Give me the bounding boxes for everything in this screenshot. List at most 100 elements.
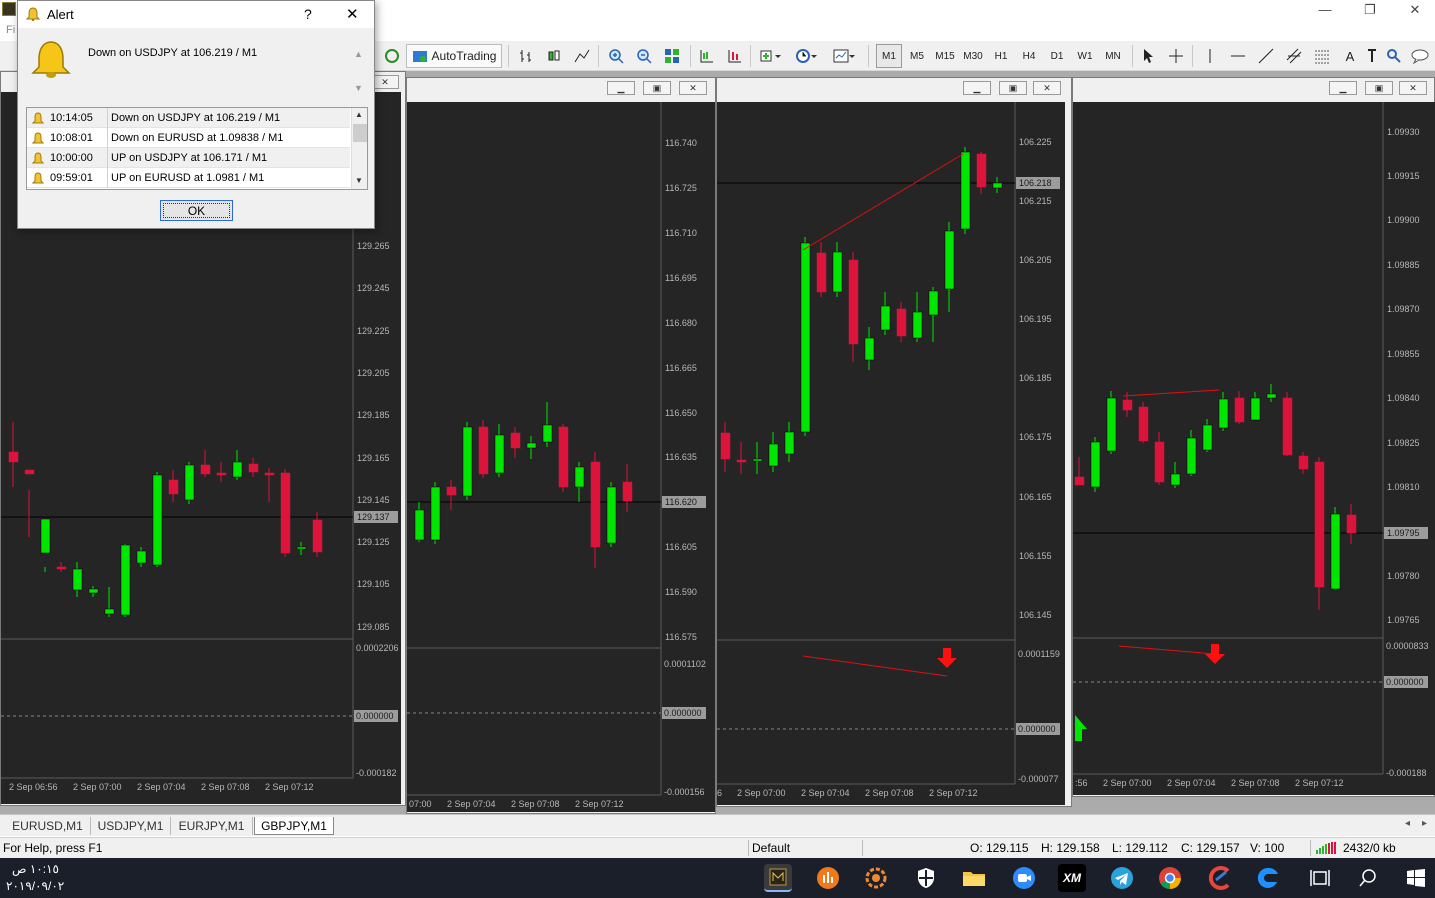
- chart-canvas[interactable]: 116.740 116.725 116.710 116.695 116.680 116.6…: [407, 102, 715, 812]
- chart-app-icon[interactable]: [814, 864, 842, 892]
- periods-clock-icon[interactable]: [792, 44, 822, 68]
- windows-start-icon[interactable]: [1402, 864, 1430, 892]
- tab-gbpjpy[interactable]: GBPJPY,M1: [254, 817, 334, 835]
- timeframe-w1-button[interactable]: W1: [1072, 44, 1098, 68]
- text-tool-icon[interactable]: A: [1340, 44, 1360, 68]
- timeframe-d1-button[interactable]: D1: [1044, 44, 1070, 68]
- autotrading-button[interactable]: AutoTrading: [406, 44, 502, 68]
- chart-close-button[interactable]: ✕: [679, 81, 707, 95]
- xm-app-icon[interactable]: XM: [1058, 864, 1086, 892]
- chart-minimize-button[interactable]: ▁: [607, 81, 635, 95]
- timeframe-m5-button[interactable]: M5: [904, 44, 930, 68]
- connection-bars-icon[interactable]: [1316, 842, 1338, 854]
- chart-maximize-button[interactable]: ▣: [643, 81, 671, 95]
- profile-name[interactable]: Default: [752, 841, 790, 855]
- chart-shift-icon[interactable]: [694, 44, 718, 68]
- ok-button[interactable]: OK: [160, 200, 233, 221]
- chart-close-button[interactable]: ✕: [1033, 81, 1061, 95]
- edge-icon[interactable]: [1254, 864, 1282, 892]
- channel-icon[interactable]: [1284, 44, 1304, 68]
- alert-close-button[interactable]: ✕: [346, 5, 359, 23]
- windows-taskbar: ١٠:١٥ ص ٢٠١٩/٠٩/٠٢ XM: [0, 858, 1435, 898]
- trendline-icon[interactable]: [1256, 44, 1276, 68]
- vertical-line-icon[interactable]: [1200, 44, 1220, 68]
- templates-icon[interactable]: [830, 44, 860, 68]
- autoscroll-icon[interactable]: [722, 44, 746, 68]
- tab-eurjpy[interactable]: EURJPY,M1: [171, 817, 253, 835]
- chart-canvas[interactable]: 106.225 106.215 106.205 106.195 106.185 106.1…: [717, 102, 1065, 805]
- mt4-icon[interactable]: [764, 864, 792, 892]
- text-label-icon[interactable]: [1362, 44, 1382, 68]
- chart-minimize-button[interactable]: ▁: [1329, 81, 1357, 95]
- alert-dialog[interactable]: Alert ? ✕ Down on USDJPY at 106.219 / M1…: [17, 0, 375, 229]
- clock-time[interactable]: ١٠:١٥ ص: [12, 862, 59, 876]
- chart-close-button[interactable]: ✕: [371, 75, 399, 89]
- search-icon[interactable]: [1354, 864, 1382, 892]
- horizontal-line-icon[interactable]: [1228, 44, 1248, 68]
- chart-maximize-button[interactable]: ▣: [1365, 81, 1393, 95]
- alert-time: 10:00:00: [50, 152, 93, 164]
- scroll-up-icon[interactable]: ▲: [355, 110, 363, 119]
- chart-window-eurjpy[interactable]: ▁ ▣ ✕ 116.740 116.725 116.710 116.695 116.68…: [406, 77, 716, 814]
- alert-row[interactable]: 10:08:01 Down on EURUSD at 1.09838 / M1: [27, 128, 350, 148]
- tab-scroll-left-icon[interactable]: ◂: [1405, 818, 1410, 829]
- chart-minimize-button[interactable]: ▁: [963, 81, 991, 95]
- task-view-icon[interactable]: [1306, 864, 1334, 892]
- restore-button[interactable]: ❐: [1355, 2, 1385, 18]
- tab-eurusd[interactable]: EURUSD,M1: [5, 817, 91, 835]
- message-scroll-up-icon[interactable]: ▲: [354, 49, 363, 59]
- bear-candle: [816, 252, 827, 293]
- chat-icon[interactable]: [1408, 44, 1432, 68]
- alert-row[interactable]: 10:14:05 Down on USDJPY at 106.219 / M1: [27, 108, 350, 128]
- close-window-button[interactable]: ✕: [1400, 2, 1430, 18]
- timeframe-m15-button[interactable]: M15: [932, 44, 958, 68]
- chrome-icon[interactable]: [1156, 864, 1184, 892]
- alert-row[interactable]: 10:00:00 UP on USDJPY at 106.171 / M1: [27, 148, 350, 168]
- timeframe-h4-button[interactable]: H4: [1016, 44, 1042, 68]
- time-tick-label: 2 Sep 07:04: [801, 788, 850, 798]
- tile-windows-icon[interactable]: [660, 44, 684, 68]
- clock-date[interactable]: ٢٠١٩/٠٩/٠٢: [6, 879, 64, 893]
- signal-icon[interactable]: [382, 44, 402, 68]
- arrows-icon[interactable]: [1384, 44, 1404, 68]
- chart-maximize-button[interactable]: ▣: [999, 81, 1027, 95]
- bid-price-label: 116.620: [665, 497, 697, 507]
- chart-close-button[interactable]: ✕: [1399, 81, 1427, 95]
- zoom-out-icon[interactable]: [632, 44, 656, 68]
- tab-scroll-right-icon[interactable]: ▸: [1422, 818, 1427, 829]
- scroll-down-icon[interactable]: ▼: [355, 176, 363, 185]
- crosshair-icon[interactable]: [1166, 44, 1186, 68]
- scroll-thumb[interactable]: [353, 124, 367, 142]
- timeframe-mn-button[interactable]: MN: [1100, 44, 1126, 68]
- alert-history-list[interactable]: 10:14:05 Down on USDJPY at 106.219 / M1 …: [26, 107, 368, 190]
- timeframe-h1-button[interactable]: H1: [988, 44, 1014, 68]
- tab-usdjpy[interactable]: USDJPY,M1: [91, 817, 171, 835]
- chart-window-eurusd[interactable]: ▁ ▣ ✕ 1.09930 1.09915 1.09900 1.09885 1.0987…: [1072, 77, 1435, 797]
- list-scrollbar[interactable]: ▲ ▼: [351, 108, 367, 189]
- zoom-in-icon[interactable]: [604, 44, 628, 68]
- bull-candle: [542, 424, 553, 443]
- menu-file[interactable]: Fi: [6, 24, 15, 36]
- fibonacci-icon[interactable]: [1312, 44, 1332, 68]
- line-chart-icon[interactable]: [570, 44, 594, 68]
- message-scroll-down-icon[interactable]: ▼: [354, 83, 363, 93]
- candlestick-icon[interactable]: [542, 44, 566, 68]
- file-explorer-icon[interactable]: [960, 864, 988, 892]
- minimize-button[interactable]: —: [1310, 2, 1340, 17]
- bar-chart-icon[interactable]: [514, 44, 538, 68]
- timeframe-m30-button[interactable]: M30: [960, 44, 986, 68]
- bell-icon: [32, 152, 44, 164]
- settings-gear-icon[interactable]: [862, 864, 890, 892]
- alert-row[interactable]: 09:59:01 UP on EURUSD at 1.0981 / M1: [27, 168, 350, 188]
- telegram-icon[interactable]: [1108, 864, 1136, 892]
- ccleaner-icon[interactable]: [1206, 864, 1234, 892]
- cursor-icon[interactable]: [1138, 44, 1158, 68]
- price-tick-label: 106.205: [1019, 255, 1052, 265]
- help-button[interactable]: ?: [304, 6, 312, 22]
- chart-window-usdjpy[interactable]: ▁ ▣ ✕ 106.225 106.215 106.205 106.195 106.18…: [716, 77, 1072, 807]
- chart-canvas[interactable]: 1.09930 1.09915 1.09900 1.09885 1.09870 1.098…: [1073, 102, 1435, 795]
- timeframe-m1-button[interactable]: M1: [876, 44, 902, 68]
- zoom-app-icon[interactable]: [1010, 864, 1038, 892]
- indicators-dropdown-icon[interactable]: [756, 44, 786, 68]
- shield-icon[interactable]: [912, 864, 940, 892]
